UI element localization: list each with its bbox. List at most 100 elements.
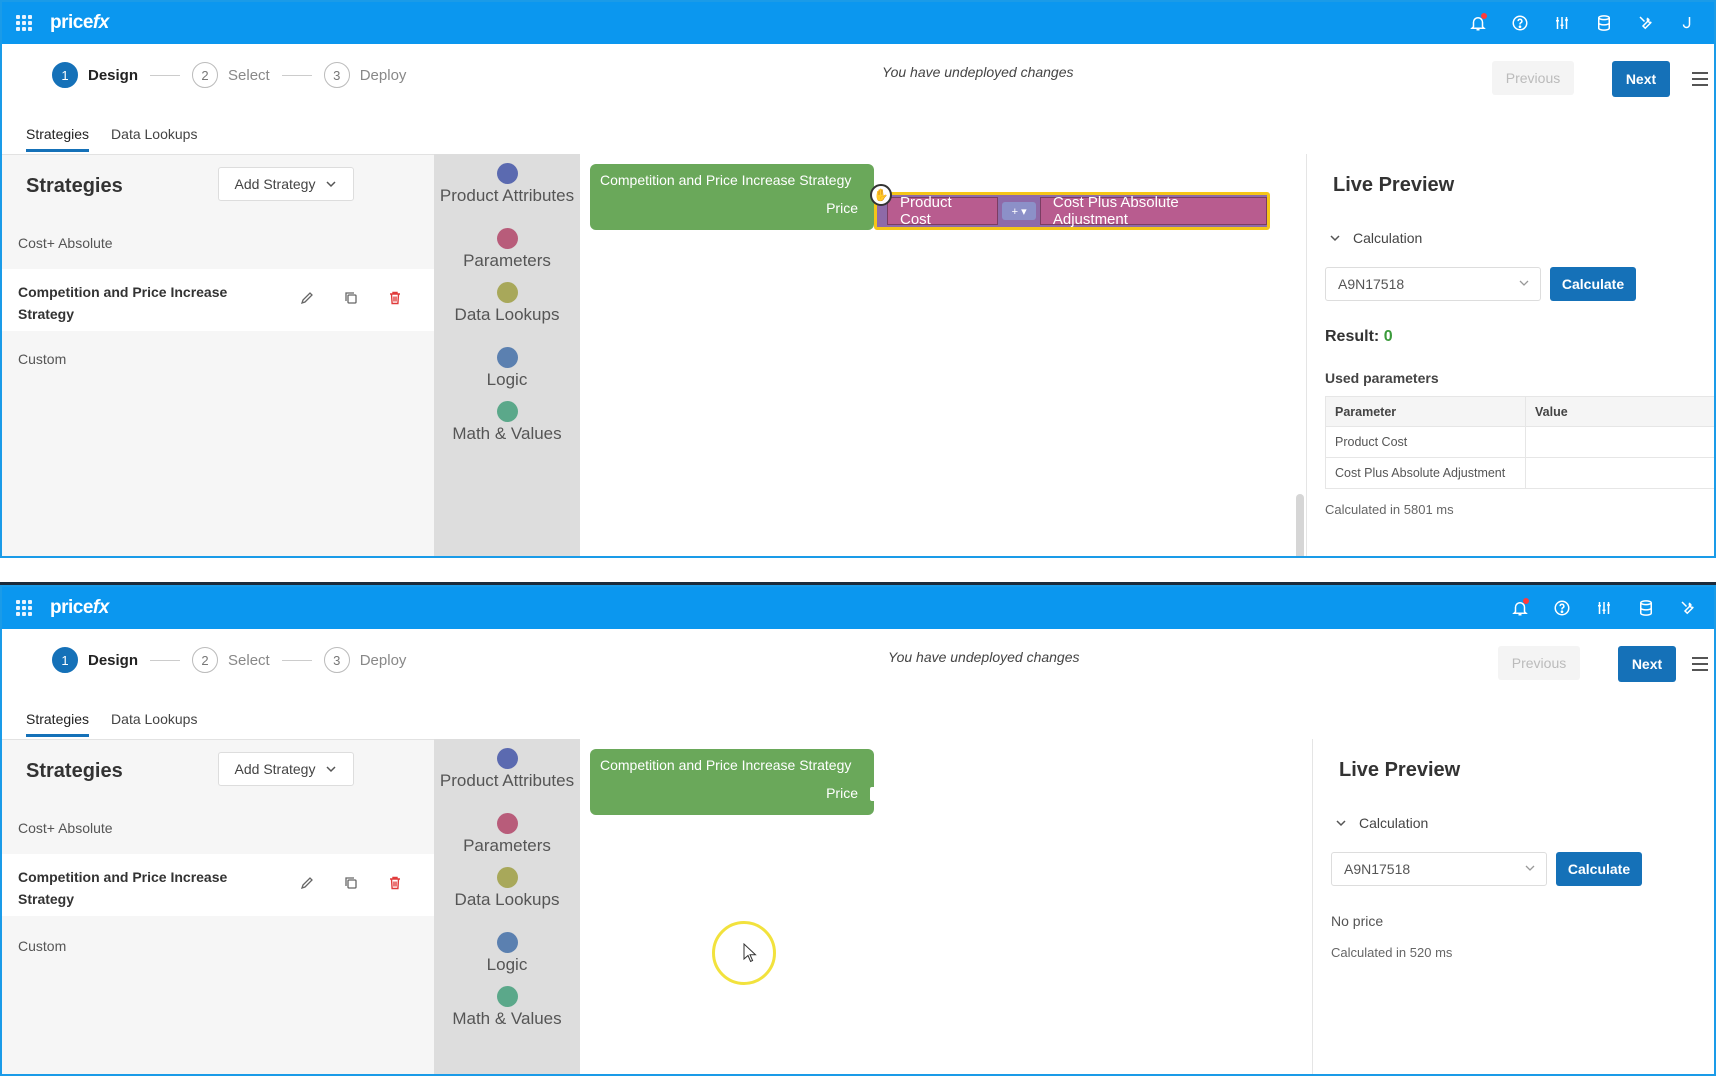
app-grid-icon[interactable]	[16, 600, 32, 616]
database-icon[interactable]	[1636, 598, 1656, 618]
app-window-top: pricefx 1 Design 2 Select 3 Deploy You have…	[0, 0, 1716, 558]
step-design[interactable]: 1 Design	[52, 647, 138, 673]
trash-icon[interactable]	[386, 874, 404, 892]
top-app-bar: pricefx	[2, 2, 1714, 44]
used-parameters-table: Parameter Value Product Cost Cost Plus A…	[1325, 396, 1714, 489]
table-header-row: Parameter Value	[1325, 396, 1714, 427]
product-select[interactable]: A9N17518	[1331, 852, 1547, 886]
cost-plus-adjustment-block[interactable]: Cost Plus Absolute Adjustment	[1039, 194, 1268, 228]
step-number: 2	[192, 647, 219, 673]
copy-icon[interactable]	[342, 874, 360, 892]
result-display: Result: 0	[1325, 328, 1393, 346]
add-strategy-button[interactable]: Add Strategy	[218, 167, 354, 201]
previous-button[interactable]: Previous	[1492, 61, 1574, 95]
palette-label: Logic	[486, 370, 528, 389]
add-strategy-button[interactable]: Add Strategy	[218, 752, 354, 786]
pricefx-logo[interactable]: pricefx	[50, 597, 109, 619]
calculation-section-toggle[interactable]: Calculation	[1335, 815, 1428, 831]
block-palette: Product Attributes Parameters Data Looku…	[434, 154, 580, 556]
palette-parameters[interactable]: Parameters	[434, 228, 580, 271]
edit-icon[interactable]	[298, 874, 316, 892]
chevron-down-icon	[326, 766, 336, 773]
palette-data-lookups[interactable]: Data Lookups	[434, 867, 580, 910]
strategy-item-label: Competition and Price Increase Strategy	[18, 284, 228, 322]
edit-icon[interactable]	[298, 289, 316, 307]
step-design[interactable]: 1 Design	[52, 62, 138, 88]
workspace-scrollbar[interactable]	[1296, 494, 1304, 556]
strategy-item-label: Competition and Price Increase Strategy	[18, 869, 228, 907]
step-select[interactable]: 2 Select	[192, 62, 270, 88]
help-icon[interactable]	[1552, 598, 1572, 618]
block-palette: Product Attributes Parameters Data Looku…	[434, 739, 580, 1074]
operator-dropdown[interactable]: + ▾	[1002, 202, 1036, 220]
category-dot	[496, 401, 518, 422]
help-icon[interactable]	[1510, 13, 1530, 33]
strategy-item-custom[interactable]: Custom	[2, 351, 434, 367]
palette-logic[interactable]: Logic	[434, 932, 580, 975]
no-price-message: No price	[1331, 913, 1384, 929]
strategy-item-cost-absolute[interactable]: Cost+ Absolute	[2, 820, 434, 836]
palette-product-attributes[interactable]: Product Attributes	[434, 163, 580, 206]
undeployed-changes-notice: You have undeployed changes	[888, 649, 1080, 665]
next-button[interactable]: Next	[1618, 646, 1676, 682]
palette-product-attributes[interactable]: Product Attributes	[434, 748, 580, 791]
sliders-icon[interactable]	[1594, 598, 1614, 618]
screenshot-separator	[0, 558, 1716, 585]
pricefx-logo[interactable]: pricefx	[50, 12, 109, 34]
logo-text: price	[50, 597, 93, 618]
hamburger-menu-icon[interactable]	[1692, 657, 1708, 671]
blockly-workspace[interactable]: Competition and Price Increase Strategy …	[580, 154, 1306, 556]
palette-parameters[interactable]: Parameters	[434, 813, 580, 856]
palette-data-lookups[interactable]: Data Lookups	[434, 282, 580, 325]
tools-icon[interactable]	[1678, 598, 1698, 618]
step-select[interactable]: 2 Select	[192, 647, 270, 673]
tools-icon[interactable]	[1636, 13, 1656, 33]
strategy-block-title: Competition and Price Increase Strategy	[600, 172, 852, 188]
app-grid-icon[interactable]	[16, 15, 32, 31]
previous-button[interactable]: Previous	[1498, 646, 1580, 680]
bell-icon[interactable]	[1510, 598, 1530, 618]
tab-data-lookups[interactable]: Data Lookups	[111, 126, 197, 152]
addition-expression-block[interactable]: Product Cost + ▾ Cost Plus Absolute Adju…	[874, 192, 1270, 230]
copy-icon[interactable]	[342, 289, 360, 307]
tab-strategies[interactable]: Strategies	[26, 711, 90, 737]
database-icon[interactable]	[1594, 13, 1614, 33]
strategy-item-custom[interactable]: Custom	[2, 938, 434, 954]
bell-icon[interactable]	[1468, 13, 1488, 33]
strategy-block-output-label: Price	[826, 785, 858, 801]
trash-icon[interactable]	[386, 289, 404, 307]
palette-math-values[interactable]: Math & Values	[434, 986, 580, 1029]
strategy-block[interactable]: Competition and Price Increase Strategy …	[590, 164, 874, 230]
step-number: 1	[52, 647, 78, 673]
user-icon[interactable]	[1678, 13, 1698, 33]
strategy-block[interactable]: Competition and Price Increase Strategy …	[590, 749, 878, 815]
strategy-item-competition[interactable]: Competition and Price Increase Strategy	[2, 269, 434, 331]
hamburger-menu-icon[interactable]	[1692, 72, 1708, 86]
table-cell: Product Cost	[1325, 426, 1526, 458]
step-label: Select	[228, 651, 270, 669]
product-cost-block[interactable]: Product Cost	[887, 194, 999, 228]
strategy-item-competition[interactable]: Competition and Price Increase Strategy	[2, 854, 434, 916]
next-button[interactable]: Next	[1612, 61, 1670, 97]
calculate-button[interactable]: Calculate	[1556, 852, 1642, 886]
category-dot	[496, 748, 518, 769]
step-label: Design	[88, 651, 139, 669]
calculate-button[interactable]: Calculate	[1550, 267, 1636, 301]
tab-strategies[interactable]: Strategies	[26, 126, 90, 152]
step-deploy[interactable]: 3 Deploy	[323, 62, 406, 88]
tab-data-lookups[interactable]: Data Lookups	[111, 711, 197, 737]
strategy-block-output-label: Price	[826, 200, 858, 216]
palette-logic[interactable]: Logic	[434, 347, 580, 390]
step-deploy[interactable]: 3 Deploy	[323, 647, 407, 673]
output-connector	[870, 787, 878, 801]
sliders-icon[interactable]	[1552, 13, 1572, 33]
blockly-workspace[interactable]: Competition and Price Increase Strategy …	[580, 739, 1312, 1074]
product-select[interactable]: A9N17518	[1325, 267, 1541, 301]
strategy-item-cost-absolute[interactable]: Cost+ Absolute	[2, 235, 434, 251]
calculation-section-toggle[interactable]: Calculation	[1329, 230, 1422, 246]
palette-math-values[interactable]: Math & Values	[434, 401, 580, 444]
logo-text: price	[50, 12, 93, 33]
step-label: Design	[88, 66, 139, 84]
step-label: Deploy	[359, 651, 407, 669]
chevron-down-icon	[1525, 865, 1535, 871]
